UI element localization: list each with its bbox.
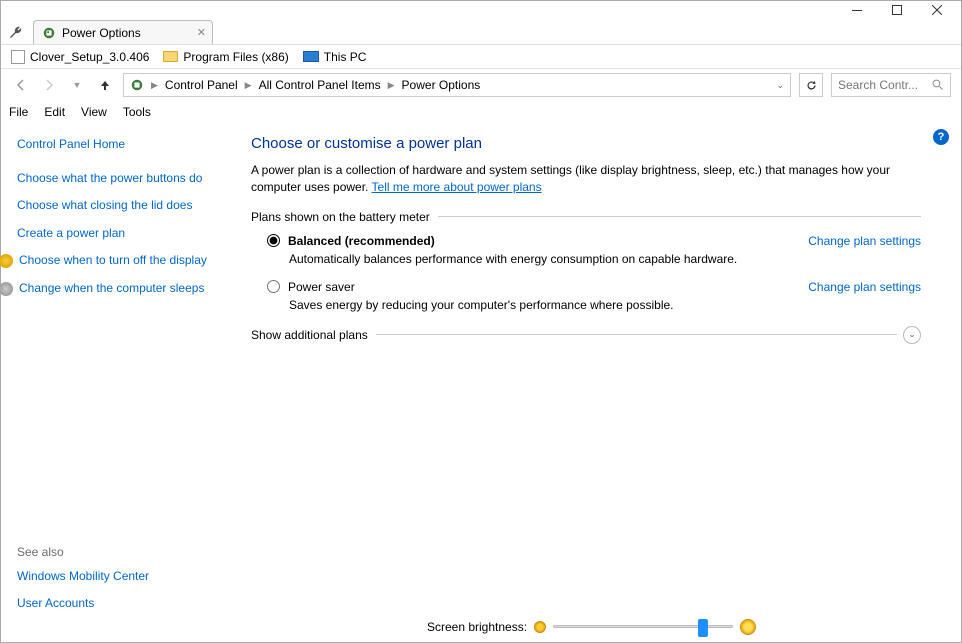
power-options-icon: [42, 26, 56, 40]
expand-button[interactable]: ⌄: [903, 326, 921, 344]
file-icon: [11, 50, 25, 64]
menu-view[interactable]: View: [81, 105, 107, 119]
divider: [438, 216, 921, 217]
shield-icon: [0, 254, 13, 268]
intro-text: A power plan is a collection of hardware…: [251, 163, 890, 194]
up-button[interactable]: [95, 75, 115, 95]
breadcrumb-all-items[interactable]: All Control Panel Items: [259, 78, 381, 92]
tab-power-options[interactable]: Power Options ✕: [33, 20, 213, 44]
sidebar-link-create-plan[interactable]: Create a power plan: [17, 226, 209, 242]
maximize-button[interactable]: [877, 2, 917, 18]
brightness-label: Screen brightness:: [427, 620, 527, 634]
change-plan-settings-link[interactable]: Change plan settings: [808, 280, 921, 294]
sidebar-home[interactable]: Control Panel Home: [17, 137, 209, 153]
bookmarks-bar: Clover_Setup_3.0.406 Program Files (x86)…: [1, 45, 961, 69]
content-area: Control Panel Home Choose what the power…: [1, 123, 961, 642]
pc-icon: [303, 51, 319, 62]
back-button[interactable]: [11, 75, 31, 95]
breadcrumb-power-options[interactable]: Power Options: [402, 78, 481, 92]
search-icon: [932, 79, 944, 91]
see-also-heading: See also: [17, 545, 209, 559]
minimize-button[interactable]: [837, 2, 877, 18]
recent-dropdown[interactable]: ▼: [67, 75, 87, 95]
address-row: ▼ ▶ Control Panel ▶ All Control Panel It…: [1, 69, 961, 101]
bookmark-label: Program Files (x86): [183, 50, 288, 64]
window-titlebar: [1, 1, 961, 19]
sun-dim-icon: [535, 622, 545, 632]
plan-description: Saves energy by reducing your computer's…: [289, 298, 921, 312]
brightness-control: Screen brightness:: [427, 620, 755, 634]
bookmark-this-pc[interactable]: This PC: [303, 50, 367, 64]
address-dropdown-icon[interactable]: ⌄: [776, 80, 784, 91]
plan-power-saver: Power saver Change plan settings Saves e…: [267, 280, 921, 312]
forward-button[interactable]: [39, 75, 59, 95]
menu-file[interactable]: File: [9, 105, 28, 119]
sidebar-link-computer-sleeps[interactable]: Change when the computer sleeps: [19, 281, 204, 297]
intro-paragraph: A power plan is a collection of hardware…: [251, 162, 921, 196]
plan-radio-balanced[interactable]: Balanced (recommended): [267, 234, 435, 248]
plan-balanced: Balanced (recommended) Change plan setti…: [267, 234, 921, 266]
plan-radio-power-saver[interactable]: Power saver: [267, 280, 355, 294]
radio-input[interactable]: [267, 280, 280, 293]
search-placeholder: Search Contr...: [838, 78, 918, 92]
menu-tools[interactable]: Tools: [123, 105, 151, 119]
page-heading: Choose or customise a power plan: [251, 135, 921, 152]
main-panel: ? Choose or customise a power plan A pow…: [221, 123, 961, 642]
chevron-right-icon[interactable]: ▶: [151, 80, 158, 91]
group-battery-plans: Plans shown on the battery meter: [251, 210, 921, 224]
chevron-right-icon[interactable]: ▶: [388, 80, 395, 91]
intro-link[interactable]: Tell me more about power plans: [372, 180, 542, 194]
menu-bar: File Edit View Tools: [1, 101, 961, 123]
wrench-icon[interactable]: [5, 22, 27, 44]
sidebar-link-power-buttons[interactable]: Choose what the power buttons do: [17, 171, 209, 187]
breadcrumb-control-panel[interactable]: Control Panel: [165, 78, 238, 92]
help-button[interactable]: ?: [933, 129, 949, 145]
sidebar-seealso-mobility[interactable]: Windows Mobility Center: [17, 569, 209, 585]
brightness-slider[interactable]: [553, 620, 733, 634]
power-options-icon: [130, 78, 144, 92]
chevron-right-icon[interactable]: ▶: [245, 80, 252, 91]
sidebar: Control Panel Home Choose what the power…: [1, 123, 221, 642]
sidebar-link-closing-lid[interactable]: Choose what closing the lid does: [17, 198, 209, 214]
group-label: Plans shown on the battery meter: [251, 210, 430, 224]
bookmark-clover-setup[interactable]: Clover_Setup_3.0.406: [11, 50, 149, 64]
search-input[interactable]: Search Contr...: [831, 73, 951, 97]
close-button[interactable]: [917, 2, 957, 18]
radio-input[interactable]: [267, 234, 280, 247]
folder-icon: [163, 51, 178, 62]
tab-close-icon[interactable]: ✕: [197, 26, 206, 39]
bookmark-label: This PC: [324, 50, 367, 64]
menu-edit[interactable]: Edit: [44, 105, 65, 119]
group-additional-plans: Show additional plans ⌄: [251, 326, 921, 344]
bookmark-label: Clover_Setup_3.0.406: [30, 50, 149, 64]
plan-name: Balanced (recommended): [288, 234, 435, 248]
change-plan-settings-link[interactable]: Change plan settings: [808, 234, 921, 248]
tab-label: Power Options: [62, 26, 141, 40]
divider: [376, 334, 897, 335]
sidebar-seealso-user-accounts[interactable]: User Accounts: [17, 596, 209, 612]
plan-description: Automatically balances performance with …: [289, 252, 921, 266]
sun-bright-icon: [741, 620, 755, 634]
group-label: Show additional plans: [251, 328, 368, 342]
sidebar-link-turn-off-display[interactable]: Choose when to turn off the display: [19, 253, 207, 269]
tab-strip: Power Options ✕: [1, 19, 961, 45]
slider-thumb[interactable]: [698, 619, 708, 637]
bookmark-program-files[interactable]: Program Files (x86): [163, 50, 288, 64]
address-bar[interactable]: ▶ Control Panel ▶ All Control Panel Item…: [123, 73, 791, 97]
plan-name: Power saver: [288, 280, 355, 294]
refresh-button[interactable]: [799, 73, 823, 97]
shield-icon: [0, 282, 13, 296]
